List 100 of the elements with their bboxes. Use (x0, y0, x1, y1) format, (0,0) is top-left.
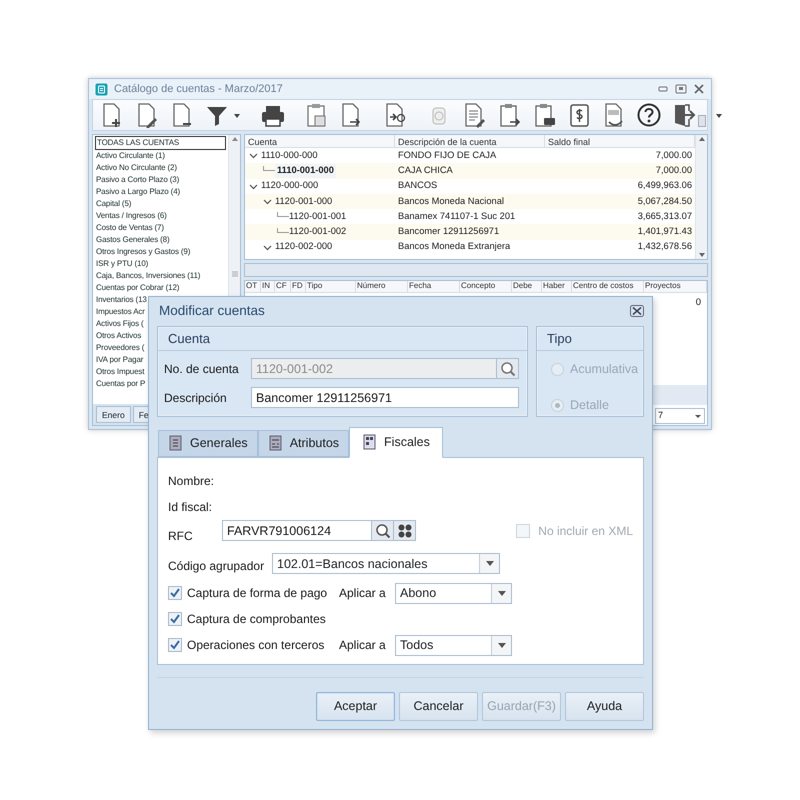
search-icon[interactable] (500, 360, 516, 377)
column-header[interactable]: Número (356, 281, 408, 292)
column-header[interactable]: Haber (542, 281, 572, 292)
form-icon (362, 434, 378, 450)
apply-to-select[interactable]: Abono (395, 582, 512, 604)
check-icon (170, 640, 180, 650)
column-header[interactable]: FD (291, 281, 306, 292)
scroll-up-icon[interactable] (698, 135, 706, 143)
category-item[interactable]: Pasivo a Largo Plazo (4) (95, 186, 226, 198)
field-label: RFC (168, 528, 194, 545)
form-icon (268, 435, 283, 452)
expanded-chevron-icon[interactable] (263, 197, 272, 206)
account-description: Banamex 741107-1 Suc 201 (398, 210, 516, 223)
column-header[interactable]: Concepto (460, 281, 512, 292)
tab[interactable]: Fiscales (349, 426, 443, 458)
checkbox[interactable] (168, 586, 182, 600)
category-item[interactable]: Pasivo a Corto Plazo (3) (95, 174, 226, 186)
category-item[interactable]: Cuentas por Cobrar (12) (95, 282, 226, 294)
checkbox[interactable] (168, 638, 182, 652)
month-tab[interactable]: Enero (96, 406, 131, 423)
column-header[interactable]: Centro de costos (572, 281, 644, 292)
scroll-thumb[interactable] (698, 115, 706, 127)
balance-value: 5,067,284.50 (638, 194, 692, 208)
account-description: BANCOS (398, 179, 438, 192)
column-header[interactable]: Tipo (306, 281, 356, 292)
grouping-code-select[interactable]: 102.01=Bancos nacionales (272, 553, 500, 574)
scroll-grip-icon[interactable] (232, 270, 238, 276)
account-description: Bancomer 12911256971 (398, 225, 500, 238)
dialog-button[interactable]: Cancelar (399, 692, 478, 721)
restore-icon[interactable] (675, 84, 687, 94)
table-cell: 0 (696, 297, 701, 308)
field-label: No. de cuenta (164, 360, 240, 378)
field-label: Id fiscal: (168, 498, 214, 516)
account-number[interactable]: 1120-001-000 (275, 194, 332, 208)
category-item[interactable]: Activo No Circulante (2) (95, 162, 226, 174)
period-select[interactable]: 7 (655, 408, 705, 424)
expanded-chevron-icon[interactable] (249, 182, 258, 191)
account-number[interactable]: 1120-002-000 (275, 240, 332, 254)
field-label: Aplicar a (339, 585, 387, 602)
expanded-chevron-icon[interactable] (263, 242, 272, 252)
help-icon[interactable] (636, 102, 662, 128)
group-title: Tipo (537, 326, 643, 352)
checkbox[interactable] (168, 612, 182, 626)
field-label: Aplicar a (339, 637, 387, 654)
category-item[interactable]: Gastos Generales (8) (95, 234, 226, 246)
column-header[interactable]: IN (261, 281, 275, 292)
category-item[interactable]: Ventas / Ingresos (6) (95, 210, 226, 222)
search-icon[interactable] (374, 522, 390, 539)
dialog-title: Modificar cuentas (159, 302, 265, 320)
category-item[interactable]: Caja, Bancos, Inversiones (11) (95, 270, 226, 282)
account-number[interactable]: 1120-001-001 (289, 210, 346, 224)
checkbox-label: Captura de comprobantes (187, 611, 327, 628)
balance-value: 3,665,313.07 (638, 210, 692, 223)
category-item[interactable]: Capital (5) (95, 198, 226, 210)
column-header[interactable]: OT (245, 281, 261, 292)
close-icon[interactable] (693, 84, 705, 94)
account-description: FONDO FIJO DE CAJA (398, 148, 496, 162)
column-header[interactable]: CF (275, 281, 291, 292)
check-icon (170, 614, 180, 624)
balance-value: 6,499,963.06 (638, 179, 692, 192)
category-item[interactable]: Costo de Ventas (7) (95, 222, 226, 234)
group-title: Cuenta (158, 326, 527, 352)
description-field[interactable]: Bancomer 12911256971 (251, 387, 519, 408)
tab[interactable]: Generales (158, 430, 258, 457)
dropdown-caret-icon[interactable] (498, 642, 506, 648)
window-title: Catálogo de cuentas - Marzo/2017 (114, 82, 284, 97)
dropdown-caret-icon[interactable] (498, 590, 506, 596)
category-item[interactable]: ISR y PTU (10) (95, 258, 226, 270)
dropdown-caret-icon[interactable] (486, 561, 494, 566)
account-number[interactable]: 1120-000-000 (261, 179, 318, 194)
radio-dot-icon (555, 403, 560, 408)
checkbox-label: Operaciones con terceros (187, 637, 326, 654)
category-item[interactable]: Otros Ingresos y Gastos (9) (95, 246, 226, 258)
tab[interactable]: Atributos (258, 430, 350, 457)
account-description: Bancos Moneda Nacional (398, 194, 504, 208)
account-description: Bancos Moneda Extranjera (398, 240, 510, 254)
scroll-up-icon[interactable] (230, 135, 238, 143)
category-item[interactable]: TODAS LAS CUENTAS (95, 136, 226, 150)
account-number[interactable]: 1110-001-000 (275, 164, 336, 178)
column-header[interactable]: Cuenta (245, 135, 395, 147)
scroll-down-icon[interactable] (698, 251, 706, 259)
check-icon (170, 588, 180, 598)
field-label: Código agrupador (168, 558, 266, 575)
dialog-button[interactable]: Ayuda (565, 692, 644, 721)
column-header[interactable]: Debe (512, 281, 542, 292)
rfc-field[interactable]: FARVR791006124 (222, 520, 372, 542)
dialog-button[interactable]: Aceptar (316, 692, 395, 721)
column-header[interactable]: Descripción de la cuenta (395, 135, 545, 147)
expanded-chevron-icon[interactable] (249, 151, 258, 160)
category-item[interactable]: Activo Circulante (1) (95, 150, 226, 162)
form-icon (168, 435, 183, 452)
column-header[interactable]: Fecha (408, 281, 460, 292)
balance-value: 7,000.00 (656, 164, 692, 177)
close-icon[interactable] (630, 305, 644, 318)
apply-to-select[interactable]: Todos (395, 634, 512, 656)
column-header[interactable]: Proyectos (644, 281, 707, 292)
account-number[interactable]: 1120-001-002 (289, 225, 346, 240)
grid-icon[interactable] (398, 524, 412, 538)
minimize-icon[interactable] (657, 84, 669, 94)
account-number[interactable]: 1110-000-000 (261, 148, 318, 163)
